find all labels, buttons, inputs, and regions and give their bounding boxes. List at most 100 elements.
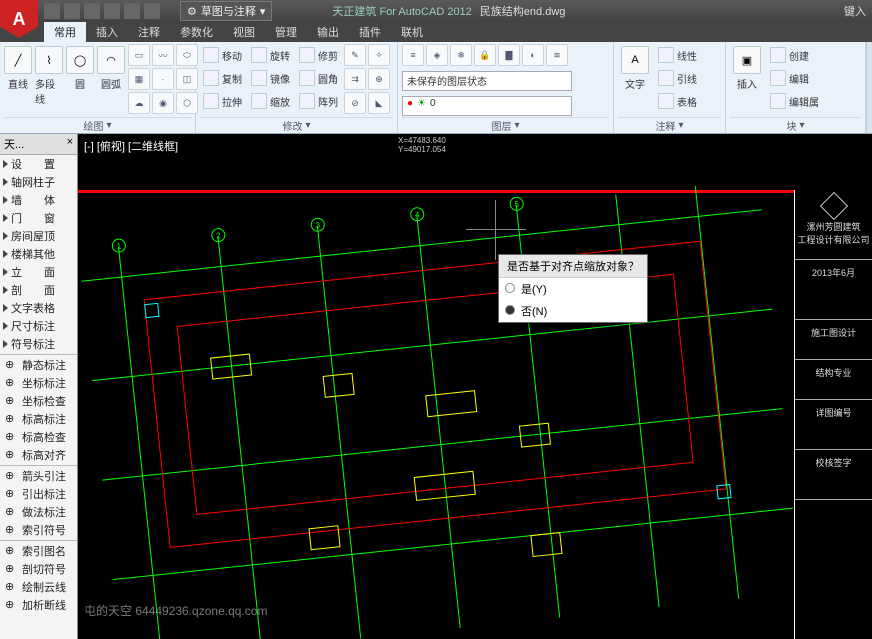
palette-item[interactable]: ⊕坐标检查 bbox=[0, 392, 77, 410]
palette-item[interactable]: ⊕坐标标注 bbox=[0, 374, 77, 392]
layerfrz-icon[interactable]: ❄ bbox=[450, 44, 472, 66]
layeroff-icon[interactable]: ◐ bbox=[522, 44, 544, 66]
palette-item[interactable]: ⊕引出标注 bbox=[0, 485, 77, 503]
workspace-selector[interactable]: ⚙ 草图与注释 ▾ bbox=[180, 1, 272, 21]
open-icon[interactable] bbox=[64, 3, 80, 19]
palette-item[interactable]: 轴网柱子 bbox=[0, 173, 77, 191]
hatch-icon[interactable]: ▦ bbox=[128, 68, 150, 90]
tab-parametric[interactable]: 参数化 bbox=[170, 22, 223, 42]
palette-item[interactable]: ⊕静态标注 bbox=[0, 356, 77, 374]
rect-icon[interactable]: ▭ bbox=[128, 44, 150, 66]
palette-item[interactable]: ⊕标高标注 bbox=[0, 410, 77, 428]
leader-button[interactable]: 引线 bbox=[655, 67, 700, 89]
region-icon[interactable]: ◫ bbox=[176, 68, 198, 90]
circle-button[interactable]: ◯圆 bbox=[66, 44, 94, 91]
palette-item[interactable]: ⊕加析断线 bbox=[0, 596, 77, 614]
palette-item[interactable]: ⊕做法标注 bbox=[0, 503, 77, 521]
grid-bubble: 2 bbox=[211, 227, 226, 242]
explode-icon[interactable]: ✧ bbox=[368, 44, 390, 66]
save-icon[interactable] bbox=[84, 3, 100, 19]
tab-plugins[interactable]: 插件 bbox=[349, 22, 391, 42]
copy-button[interactable]: 复制 bbox=[200, 67, 245, 89]
layercol-icon[interactable]: ▇ bbox=[498, 44, 520, 66]
tab-online[interactable]: 联机 bbox=[391, 22, 433, 42]
palette-item[interactable]: 剖 面 bbox=[0, 281, 77, 299]
palette-item[interactable]: 文字表格 bbox=[0, 299, 77, 317]
palette-item[interactable]: 设 置 bbox=[0, 155, 77, 173]
panel-block-label: 块 bbox=[786, 118, 796, 133]
palette-item[interactable]: 立 面 bbox=[0, 263, 77, 281]
polygon-icon[interactable]: ⬡ bbox=[176, 92, 198, 114]
donut-icon[interactable]: ◉ bbox=[152, 92, 174, 114]
palette-item[interactable]: 房间屋顶 bbox=[0, 227, 77, 245]
trim-button[interactable]: 修剪 bbox=[296, 44, 341, 66]
search-hint[interactable]: 键入 bbox=[844, 3, 866, 19]
layermatch-icon[interactable]: ≋ bbox=[546, 44, 568, 66]
create-button[interactable]: 创建 bbox=[767, 44, 822, 66]
palette-item[interactable]: ⊕索引图名 bbox=[0, 542, 77, 560]
palette-item[interactable]: 尺寸标注 bbox=[0, 317, 77, 335]
scale-button[interactable]: 缩放 bbox=[248, 90, 293, 112]
tab-output[interactable]: 输出 bbox=[307, 22, 349, 42]
undo-icon[interactable] bbox=[124, 3, 140, 19]
polyline-label: 多段线 bbox=[35, 76, 63, 106]
dimlinear-button[interactable]: 线性 bbox=[655, 44, 700, 66]
arc-button[interactable]: ◠圆弧 bbox=[97, 44, 125, 91]
firm-name: 漯州芳圆建筑 bbox=[806, 222, 860, 232]
layerprop-icon[interactable]: ≡ bbox=[402, 44, 424, 66]
close-icon[interactable]: × bbox=[67, 136, 73, 152]
palette-title[interactable]: 天...× bbox=[0, 134, 77, 155]
break-icon[interactable]: ⊘ bbox=[344, 92, 366, 114]
tab-view[interactable]: 视图 bbox=[223, 22, 265, 42]
polyline-button[interactable]: ⌇多段线 bbox=[35, 44, 63, 106]
tab-home[interactable]: 常用 bbox=[44, 22, 86, 42]
layeriso-icon[interactable]: ◈ bbox=[426, 44, 448, 66]
layer-current-dropdown[interactable]: ●☀0 bbox=[402, 96, 572, 116]
tab-annotate[interactable]: 注释 bbox=[128, 22, 170, 42]
new-icon[interactable] bbox=[44, 3, 60, 19]
insert-button[interactable]: ▣插入 bbox=[730, 44, 764, 91]
rotate-button[interactable]: 旋转 bbox=[248, 44, 293, 66]
palette-item[interactable]: ⊕索引符号 bbox=[0, 521, 77, 539]
erase-icon[interactable]: ✎ bbox=[344, 44, 366, 66]
palette-item[interactable]: ⊕绘制云线 bbox=[0, 578, 77, 596]
fillet-button[interactable]: 圆角 bbox=[296, 67, 341, 89]
move-button[interactable]: 移动 bbox=[200, 44, 245, 66]
text-button[interactable]: A文字 bbox=[618, 44, 652, 91]
layer-state-dropdown[interactable]: 未保存的图层状态 bbox=[402, 71, 572, 91]
point-icon[interactable]: · bbox=[152, 68, 174, 90]
editattr-button[interactable]: 编辑属 bbox=[767, 90, 822, 112]
palette-item[interactable]: 门 窗 bbox=[0, 209, 77, 227]
layerlock-icon[interactable]: 🔒 bbox=[474, 44, 496, 66]
redo-icon[interactable] bbox=[144, 3, 160, 19]
revcloud-icon[interactable]: ☁ bbox=[128, 92, 150, 114]
drawing-canvas[interactable]: [-] [俯视] [二维线框] X=47483.640 Y=49017.054 bbox=[78, 134, 872, 639]
viewport-label[interactable]: [-] [俯视] [二维线框] bbox=[84, 138, 178, 154]
palette-item[interactable]: ⊕剖切符号 bbox=[0, 560, 77, 578]
stretch-button[interactable]: 拉伸 bbox=[200, 90, 245, 112]
edit-button[interactable]: 编辑 bbox=[767, 67, 822, 89]
ellipse-icon[interactable]: ⬭ bbox=[176, 44, 198, 66]
spline-icon[interactable]: 〰 bbox=[152, 44, 174, 66]
palette-item[interactable]: 楼梯其他 bbox=[0, 245, 77, 263]
palette-item[interactable]: ⊕箭头引注 bbox=[0, 467, 77, 485]
chamfer-icon[interactable]: ◣ bbox=[368, 92, 390, 114]
mirror-button[interactable]: 镜像 bbox=[248, 67, 293, 89]
join-icon[interactable]: ⊕ bbox=[368, 68, 390, 90]
table-icon bbox=[658, 93, 674, 109]
tab-manage[interactable]: 管理 bbox=[265, 22, 307, 42]
array-button[interactable]: 阵列 bbox=[296, 90, 341, 112]
palette-item[interactable]: 符号标注 bbox=[0, 335, 77, 353]
table-button[interactable]: 表格 bbox=[655, 90, 700, 112]
context-yes[interactable]: 是(Y) bbox=[499, 278, 647, 300]
palette-item-label: 文字表格 bbox=[11, 300, 55, 316]
offset-icon[interactable]: ⇉ bbox=[344, 68, 366, 90]
tab-insert[interactable]: 插入 bbox=[86, 22, 128, 42]
palette-item[interactable]: ⊕标高对齐 bbox=[0, 446, 77, 464]
line-button[interactable]: ╱直线 bbox=[4, 44, 32, 91]
print-icon[interactable] bbox=[104, 3, 120, 19]
palette-item[interactable]: ⊕标高检查 bbox=[0, 428, 77, 446]
palette-item[interactable]: 墙 体 bbox=[0, 191, 77, 209]
palette-item-label: 门 窗 bbox=[11, 210, 55, 226]
context-no[interactable]: 否(N) bbox=[499, 300, 647, 322]
